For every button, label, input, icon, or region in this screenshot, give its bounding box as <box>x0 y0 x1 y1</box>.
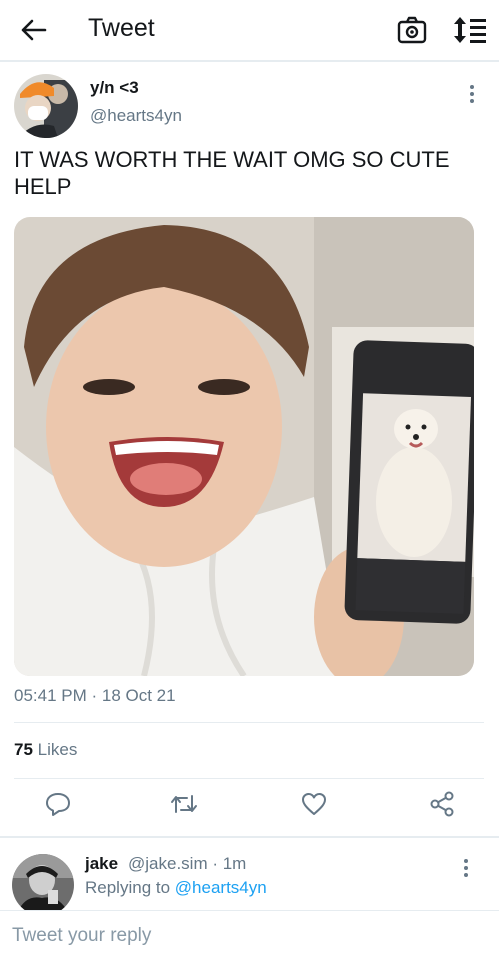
author-handle[interactable]: @hearts4yn <box>90 106 182 126</box>
reply-more-options-icon[interactable] <box>456 856 476 880</box>
retweet-button[interactable] <box>166 786 202 822</box>
tweet-actions <box>0 786 499 826</box>
back-button[interactable] <box>14 12 54 48</box>
page-title: Tweet <box>88 14 155 42</box>
tweet-timestamp: 05:41 PM · 18 Oct 21 <box>14 686 176 705</box>
camera-icon <box>397 16 427 44</box>
reply-icon <box>46 793 70 816</box>
reply-composer <box>0 910 499 960</box>
reply-avatar[interactable] <box>12 854 74 912</box>
tweet-text: IT WAS WORTH THE WAIT OMG SO CUTE HELP <box>14 147 450 199</box>
replying-prefix: Replying to <box>85 878 171 897</box>
divider <box>14 778 484 779</box>
likes-number: 75 <box>14 740 33 759</box>
reply-button[interactable] <box>40 786 76 822</box>
retweet-icon <box>171 795 197 813</box>
top-app-bar: Tweet <box>0 0 499 62</box>
sort-button[interactable] <box>452 14 488 46</box>
share-icon <box>430 791 454 817</box>
reply-handle-time: @jake.sim · 1m <box>128 854 247 873</box>
like-icon <box>302 793 326 815</box>
author-name[interactable]: y/n <3 <box>90 78 139 98</box>
share-button[interactable] <box>424 786 460 822</box>
like-button[interactable] <box>296 786 332 822</box>
replying-to: Replying to @hearts4yn <box>85 878 267 898</box>
reply-author-name[interactable]: jake <box>85 854 118 874</box>
likes-count[interactable]: 75 Likes <box>14 740 77 760</box>
sort-icon <box>454 17 486 43</box>
camera-button[interactable] <box>396 14 428 46</box>
more-options-icon[interactable] <box>462 82 482 106</box>
likes-label: Likes <box>37 740 78 759</box>
replying-handle-link[interactable]: @hearts4yn <box>175 878 267 897</box>
reply-tweet[interactable]: jake @jake.sim · 1m Replying to @hearts4… <box>0 842 499 912</box>
avatar[interactable] <box>14 74 78 138</box>
divider <box>0 836 499 838</box>
reply-input[interactable] <box>0 911 499 960</box>
arrow-left-icon <box>21 19 47 41</box>
tweet-photo[interactable] <box>14 217 474 676</box>
divider <box>14 722 484 723</box>
